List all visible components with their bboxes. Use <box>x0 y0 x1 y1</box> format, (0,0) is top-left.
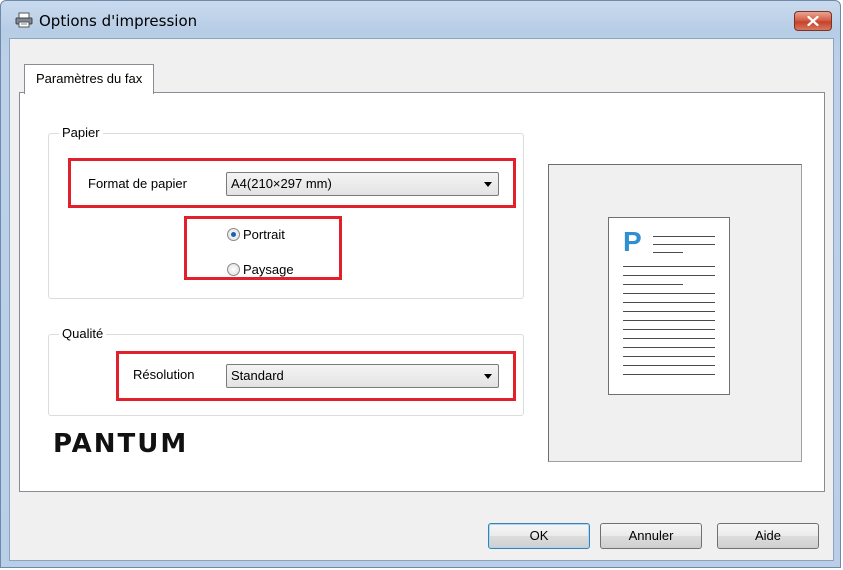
preview-line <box>623 365 715 366</box>
radio-paysage[interactable]: Paysage <box>227 262 294 277</box>
close-icon <box>807 16 819 26</box>
preview-letter: P <box>623 226 642 257</box>
pantum-logo: PANTUM <box>53 429 189 459</box>
paper-format-select[interactable]: A4(210×297 mm) <box>226 172 499 196</box>
preview-line <box>623 329 715 330</box>
preview-line <box>623 302 715 303</box>
chevron-down-icon <box>484 182 492 187</box>
preview-line <box>623 266 715 267</box>
preview-line <box>653 252 683 253</box>
preview-line <box>653 244 715 245</box>
close-button[interactable] <box>794 11 832 31</box>
preview-line <box>623 320 715 321</box>
ok-button[interactable]: OK <box>488 523 590 549</box>
dialog-client-area: Paramètres du fax Papier Format de papie… <box>9 38 834 561</box>
radio-paysage-label: Paysage <box>243 262 294 277</box>
preview-line <box>623 347 715 348</box>
radio-portrait-button[interactable] <box>227 228 240 241</box>
window-title: Options d'impression <box>39 12 198 30</box>
radio-portrait[interactable]: Portrait <box>227 227 285 242</box>
preview-line <box>623 293 715 294</box>
preview-line <box>623 356 715 357</box>
chevron-down-icon <box>484 374 492 379</box>
preview-line <box>623 284 683 285</box>
help-button[interactable]: Aide <box>717 523 819 549</box>
tab-panel: Papier Format de papier A4(210×297 mm) P… <box>19 92 825 492</box>
print-options-dialog: Options d'impression Paramètres du fax P… <box>0 0 841 568</box>
preview-line <box>623 374 715 375</box>
resolution-select[interactable]: Standard <box>226 364 499 388</box>
format-label: Format de papier <box>88 176 187 191</box>
preview-line <box>653 236 715 237</box>
radio-paysage-button[interactable] <box>227 263 240 276</box>
title-bar: Options d'impression <box>1 1 840 37</box>
preview-line <box>623 338 715 339</box>
preview-line <box>623 275 715 276</box>
cancel-button[interactable]: Annuler <box>600 523 702 549</box>
paper-group-label: Papier <box>59 125 103 140</box>
preview-page: P <box>608 217 730 395</box>
tab-parametres-du-fax[interactable]: Paramètres du fax <box>24 64 155 94</box>
paper-format-value: A4(210×297 mm) <box>231 176 332 191</box>
resolution-value: Standard <box>231 368 284 383</box>
printer-icon <box>15 12 33 28</box>
preview-line <box>623 311 715 312</box>
radio-portrait-label: Portrait <box>243 227 285 242</box>
page-preview: P <box>548 164 802 462</box>
quality-group-label: Qualité <box>59 326 107 341</box>
resolution-label: Résolution <box>133 367 195 382</box>
